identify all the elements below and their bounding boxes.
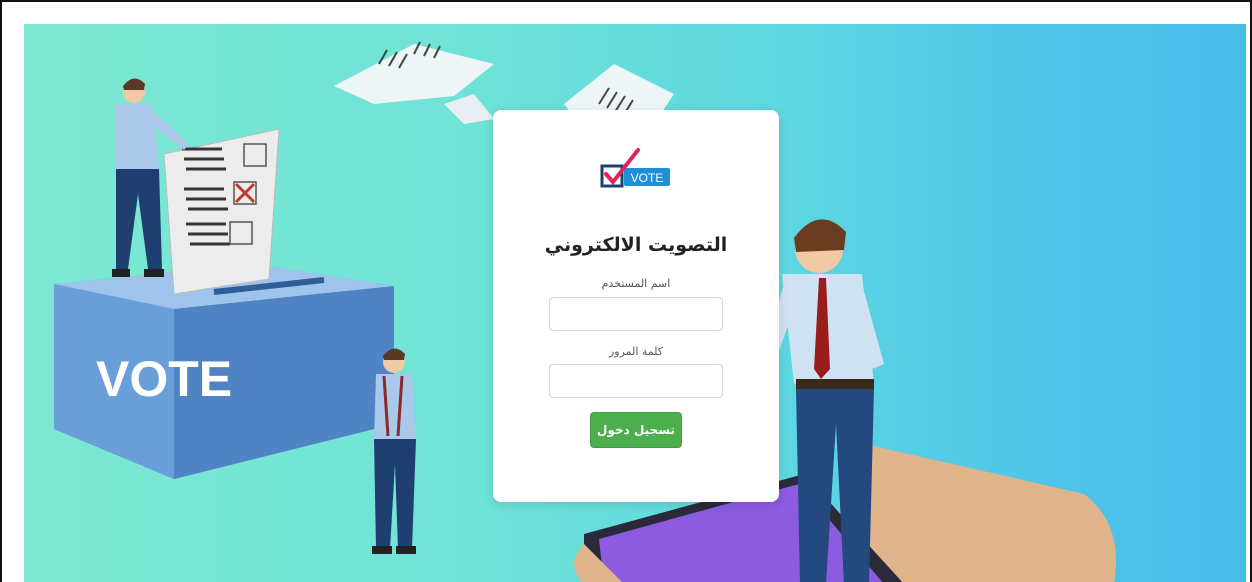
ballot-paper <box>163 128 280 295</box>
page-frame: VOTE VOTE التصويت الالكتروني اسم المستخد… <box>0 0 1252 582</box>
page-title: التصويت الالكتروني <box>544 234 728 256</box>
standing-man-small <box>372 348 416 554</box>
login-button[interactable]: تسجيل دخول <box>590 412 682 448</box>
password-input[interactable] <box>549 364 723 398</box>
ballot-box: VOTE <box>54 264 394 479</box>
username-label: اسم المستخدم <box>601 277 671 290</box>
ballot-box-vote-text: VOTE <box>96 351 232 407</box>
logo-text: VOTE <box>631 171 664 185</box>
username-input[interactable] <box>549 297 723 331</box>
password-label: كلمة المرور <box>608 345 664 358</box>
vote-logo: VOTE <box>600 148 670 188</box>
login-card: VOTE التصويت الالكتروني اسم المستخدم كلم… <box>493 110 779 502</box>
